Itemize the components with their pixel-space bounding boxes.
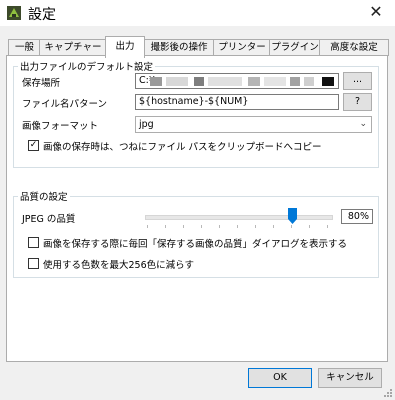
ask-quality-checkbox[interactable] [28, 237, 39, 248]
jpeg-quality-slider-track[interactable] [145, 215, 333, 220]
ok-button[interactable]: OK [248, 368, 312, 388]
redacted-block [248, 77, 260, 86]
save-location-field[interactable]: C:¥ [135, 73, 339, 89]
ask-quality-label: 画像を保存する際に毎回「保存する画像の品質」ダイアログを表示する [43, 239, 348, 250]
copy-path-label: 画像の保存時は、つねにファイル パスをクリップボードへコピー [43, 142, 322, 153]
tab-printer[interactable]: プリンター [213, 39, 271, 56]
title-bar: 設定 ✕ [0, 0, 395, 26]
tab-after-capture[interactable]: 撮影後の操作 [143, 39, 215, 56]
redacted-block [322, 77, 334, 86]
resize-grip-icon[interactable] [383, 388, 393, 398]
slider-tick [237, 225, 238, 228]
slider-tick [309, 225, 310, 228]
image-format-label: 画像フォーマット [22, 121, 99, 132]
slider-tick [147, 225, 148, 228]
redacted-block [264, 77, 286, 86]
filename-pattern-field[interactable]: ${hostname}-${NUM} [135, 94, 339, 110]
redacted-block [290, 77, 300, 86]
jpeg-quality-slider-thumb[interactable] [288, 208, 297, 224]
jpeg-quality-label: JPEG の品質 [22, 214, 76, 225]
close-icon[interactable]: ✕ [365, 2, 387, 22]
window-title: 設定 [28, 7, 56, 23]
image-format-value: jpg [139, 119, 154, 130]
slider-tick [219, 225, 220, 228]
slider-tick [291, 225, 292, 228]
slider-tick [255, 225, 256, 228]
greenshot-app-icon [7, 6, 21, 20]
chevron-down-icon: ⌄ [359, 119, 367, 129]
image-format-select[interactable]: jpg ⌄ [135, 116, 372, 133]
redacted-block [194, 77, 204, 86]
tab-plugins[interactable]: プラグイン [269, 39, 321, 56]
redacted-block [166, 77, 188, 86]
redacted-block [150, 77, 162, 86]
copy-path-checkbox[interactable]: ✓ [28, 140, 39, 151]
browse-button[interactable]: ... [343, 72, 372, 90]
slider-tick [201, 225, 202, 228]
tab-general[interactable]: 一般 [8, 39, 41, 56]
reduce-colors-checkbox[interactable] [28, 258, 39, 269]
reduce-colors-label: 使用する色数を最大256色に減らす [43, 260, 194, 271]
help-button[interactable]: ? [343, 93, 372, 111]
redacted-block [304, 77, 314, 86]
jpeg-quality-value[interactable]: 80% [341, 209, 373, 224]
slider-tick [273, 225, 274, 228]
tab-capture[interactable]: キャプチャー [39, 39, 107, 56]
cancel-button[interactable]: キャンセル [318, 368, 382, 388]
tab-advanced[interactable]: 高度な設定 [319, 39, 389, 56]
quality-legend: 品質の設定 [18, 189, 70, 203]
tab-output[interactable]: 出力 [105, 36, 145, 58]
filename-pattern-label: ファイル名パターン [22, 99, 108, 110]
slider-tick [327, 225, 328, 228]
tab-strip: 一般 キャプチャー 出力 撮影後の操作 プリンター プラグイン 高度な設定 [6, 36, 389, 58]
output-defaults-legend: 出力ファイルのデフォルト設定 [18, 59, 156, 73]
slider-tick [183, 225, 184, 228]
redacted-block [208, 77, 242, 86]
save-location-label: 保存場所 [22, 78, 61, 89]
slider-tick [165, 225, 166, 228]
